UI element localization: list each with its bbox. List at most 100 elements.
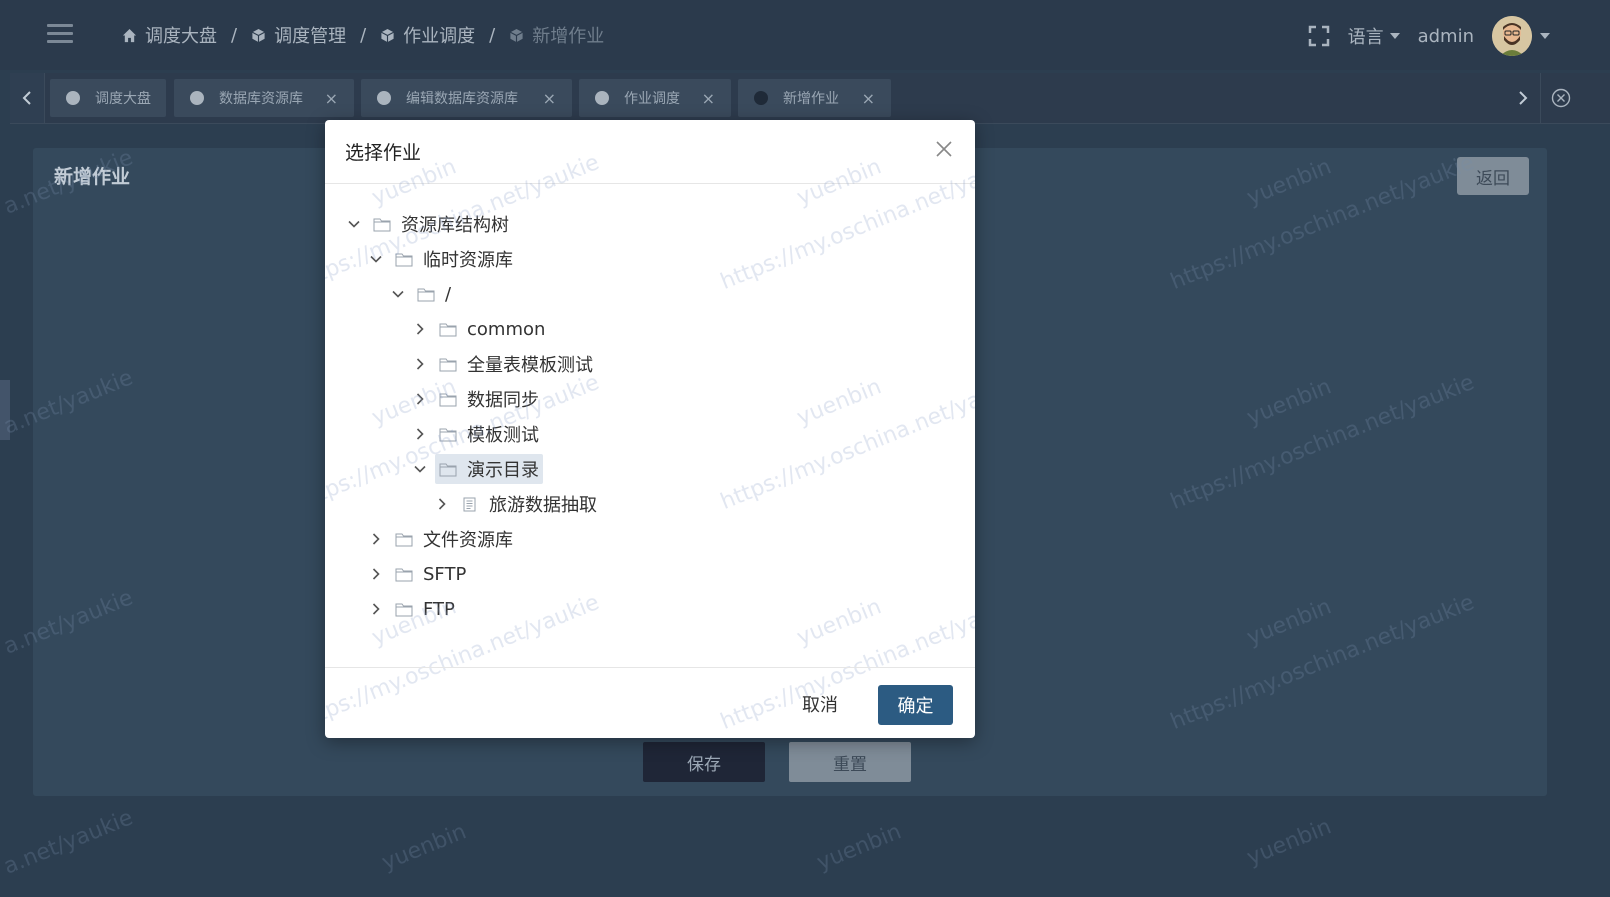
- tab-close-icon[interactable]: ×: [325, 89, 338, 108]
- breadcrumb-separator: /: [231, 24, 238, 46]
- folder-icon: [395, 253, 413, 266]
- folder-icon: [439, 323, 457, 336]
- tree-node-label: 全量表模板测试: [467, 355, 593, 376]
- tab-status-dot: [377, 91, 391, 105]
- chevron-down-icon: [1389, 33, 1400, 39]
- tab-status-dot: [595, 91, 609, 105]
- tab-job-schedule[interactable]: 作业调度 ×: [579, 79, 731, 117]
- watermark: a.net/yaukie: [0, 805, 137, 880]
- dialog-header: 选择作业: [325, 120, 975, 184]
- chevron-down-icon[interactable]: [389, 285, 407, 303]
- tree-node-file-repo[interactable]: 文件资源库: [367, 524, 517, 554]
- breadcrumb-item-job-schedule[interactable]: 作业调度: [380, 22, 475, 48]
- tree-node-temp-repo[interactable]: 临时资源库: [367, 244, 517, 274]
- watermark: yuenbin: [1243, 814, 1335, 871]
- top-header: 调度大盘 / 调度管理 / 作业调度 / 新增作业 语言 admin: [0, 0, 1610, 70]
- tree-node-label: 演示目录: [467, 460, 539, 481]
- dialog-footer: 取消 确定: [325, 667, 975, 738]
- page-title: 新增作业: [54, 166, 131, 188]
- tree-node-label: SFTP: [423, 563, 467, 585]
- back-button[interactable]: 返回: [1457, 157, 1529, 195]
- folder-icon: [395, 603, 413, 616]
- tabs-scroll-right-button[interactable]: [1506, 73, 1540, 123]
- breadcrumb-item-current: 新增作业: [509, 22, 604, 48]
- watermark: yuenbin: [813, 819, 905, 876]
- tab-db-repository[interactable]: 数据库资源库 ×: [174, 79, 354, 117]
- close-all-tabs-button[interactable]: [1540, 73, 1581, 123]
- language-dropdown[interactable]: 语言: [1348, 23, 1400, 49]
- tree-node-label: 旅游数据抽取: [489, 495, 597, 516]
- username[interactable]: admin: [1418, 26, 1474, 47]
- breadcrumb-item-dashboard[interactable]: 调度大盘: [122, 22, 217, 48]
- tree-node-template-test[interactable]: 模板测试: [411, 419, 543, 449]
- chevron-right-icon[interactable]: [367, 530, 385, 548]
- close-icon[interactable]: [933, 138, 955, 160]
- cube-icon: [381, 28, 395, 42]
- folder-icon: [373, 218, 391, 231]
- chevron-right-icon[interactable]: [411, 320, 429, 338]
- tree-node-selected-highlight: 演示目录: [435, 454, 543, 484]
- tree-node-common[interactable]: common: [411, 314, 549, 344]
- folder-icon: [395, 533, 413, 546]
- folder-icon: [439, 358, 457, 371]
- cancel-button[interactable]: 取消: [795, 686, 845, 722]
- chevron-down-icon[interactable]: [367, 250, 385, 268]
- tab-dashboard[interactable]: 调度大盘: [50, 79, 166, 117]
- chevron-down-icon[interactable]: [411, 460, 429, 478]
- tree-node-demo-dir[interactable]: 演示目录: [411, 454, 543, 484]
- tree-node-travel-data-extract[interactable]: 旅游数据抽取: [433, 489, 601, 519]
- sidebar-edge: [0, 380, 10, 440]
- tab-status-dot: [190, 91, 204, 105]
- tabs-scroll-left-button[interactable]: [10, 73, 45, 123]
- dialog-title: 选择作业: [345, 142, 422, 164]
- watermark: https://my.oschina.net/yaukie: [717, 370, 975, 515]
- avatar[interactable]: [1492, 16, 1532, 56]
- tab-close-icon[interactable]: ×: [702, 89, 715, 108]
- breadcrumb: 调度大盘 / 调度管理 / 作业调度 / 新增作业: [122, 20, 604, 50]
- cube-icon: [252, 28, 265, 42]
- chevron-right-icon[interactable]: [411, 355, 429, 373]
- language-label: 语言: [1347, 27, 1384, 48]
- chevron-right-icon[interactable]: [367, 600, 385, 618]
- select-job-dialog: 选择作业 资源库结构树 临时资源库 / common 全量表模板测试 数据同步 …: [325, 120, 975, 738]
- home-icon: [122, 28, 137, 42]
- folder-icon: [395, 568, 413, 581]
- user-menu[interactable]: [1492, 16, 1550, 56]
- chevron-down-icon: [1540, 33, 1550, 39]
- tree-node-label: 文件资源库: [423, 530, 513, 551]
- tab-close-icon[interactable]: ×: [862, 89, 875, 108]
- tree-node-ftp[interactable]: FTP: [367, 594, 459, 624]
- tree-node-label: FTP: [423, 598, 455, 620]
- chevron-right-icon[interactable]: [411, 425, 429, 443]
- tree-node-label: 临时资源库: [423, 250, 513, 271]
- tab-status-dot: [754, 91, 768, 105]
- tab-close-icon[interactable]: ×: [543, 89, 556, 108]
- chevron-right-icon: [1519, 91, 1528, 105]
- tree-node-slash[interactable]: /: [389, 279, 455, 309]
- reset-button[interactable]: 重置: [789, 742, 911, 782]
- tab-edit-db-repository[interactable]: 编辑数据库资源库 ×: [361, 79, 572, 117]
- confirm-button[interactable]: 确定: [878, 685, 953, 725]
- watermark: yuenbin: [378, 819, 470, 876]
- watermark: yuenbin: [793, 374, 885, 431]
- breadcrumb-separator: /: [489, 24, 496, 46]
- tab-new-job[interactable]: 新增作业 ×: [738, 79, 891, 117]
- fullscreen-icon[interactable]: [1308, 25, 1330, 47]
- tree-node-full-table-template[interactable]: 全量表模板测试: [411, 349, 597, 379]
- file-icon: [463, 497, 476, 511]
- chevron-down-icon[interactable]: [345, 215, 363, 233]
- tree-node-label: 数据同步: [467, 390, 539, 411]
- tree-node-label: common: [467, 318, 546, 340]
- breadcrumb-item-schedule-mgmt[interactable]: 调度管理: [251, 22, 346, 48]
- save-button[interactable]: 保存: [643, 742, 765, 782]
- chevron-right-icon[interactable]: [433, 495, 451, 513]
- tree-node-root[interactable]: 资源库结构树: [345, 209, 513, 239]
- chevron-right-icon[interactable]: [411, 390, 429, 408]
- watermark: yuenbin: [793, 594, 885, 651]
- tree-node-data-sync[interactable]: 数据同步: [411, 384, 543, 414]
- cube-icon: [510, 28, 524, 42]
- hamburger-menu-icon[interactable]: [47, 24, 73, 44]
- folder-icon: [439, 428, 457, 441]
- chevron-right-icon[interactable]: [367, 565, 385, 583]
- tree-node-sftp[interactable]: SFTP: [367, 559, 470, 589]
